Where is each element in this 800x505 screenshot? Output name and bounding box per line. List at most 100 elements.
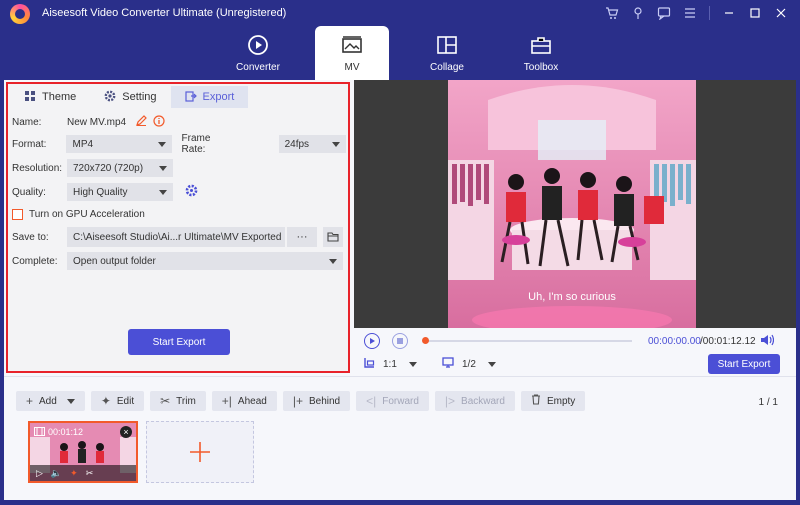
edit-name-icon[interactable]: [136, 115, 147, 129]
info-icon[interactable]: [153, 114, 165, 130]
title-bar: Aiseesoft Video Converter Ultimate (Unre…: [0, 0, 800, 26]
timeline-area: + Add ✦ Edit ✂ Trim +| Ahead |+ Behind <…: [4, 376, 796, 500]
key-icon[interactable]: [627, 4, 649, 22]
toolbox-icon: [531, 37, 551, 54]
saveto-path-field[interactable]: C:\Aiseesoft Studio\Ai...r Ultimate\MV E…: [67, 227, 285, 247]
edit-button-label: Edit: [116, 395, 135, 407]
tab-setting-label: Setting: [122, 91, 157, 103]
quality-row: Quality: High Quality: [12, 182, 346, 202]
add-button-label: Add: [39, 395, 57, 407]
nav-toolbox[interactable]: Toolbox: [504, 26, 578, 80]
progress-handle[interactable]: [422, 337, 429, 344]
clip-trim-icon[interactable]: ✂: [86, 468, 94, 479]
gpu-row: Turn on GPU Acceleration: [12, 204, 346, 224]
nav-converter[interactable]: Converter: [221, 26, 295, 80]
name-label: Name:: [12, 116, 42, 128]
browse-button[interactable]: ···: [287, 227, 317, 247]
collage-icon: [437, 36, 457, 54]
page-indicator: 1 / 1: [758, 397, 778, 408]
feedback-icon[interactable]: [653, 4, 675, 22]
nav-mv-label: MV: [344, 62, 360, 73]
nav-collage-label: Collage: [430, 62, 464, 73]
timeline-clip[interactable]: 00:01:12 × ▷ 🔈 ✦ ✂: [28, 421, 138, 483]
nav-converter-label: Converter: [236, 62, 280, 73]
gear-icon: [104, 90, 116, 105]
cart-icon[interactable]: [601, 4, 623, 22]
menu-icon[interactable]: [679, 4, 701, 22]
empty-button[interactable]: Empty: [520, 391, 586, 411]
scissors-icon: ✂: [160, 394, 171, 408]
saveto-label: Save to:: [12, 231, 49, 243]
name-row: Name: New MV.mp4: [12, 112, 346, 132]
quality-select[interactable]: High Quality: [67, 183, 173, 201]
plus-icon: [190, 442, 210, 462]
aspect-ratio-icon: [364, 357, 375, 371]
complete-label: Complete:: [12, 255, 58, 267]
nav-collage[interactable]: Collage: [410, 26, 484, 80]
screen-control[interactable]: 1/2: [442, 357, 496, 371]
theme-icon: [24, 90, 36, 105]
ahead-button-label: Ahead: [237, 395, 267, 407]
start-export-button[interactable]: Start Export: [128, 329, 230, 355]
stop-icon[interactable]: [392, 333, 408, 349]
volume-icon[interactable]: [760, 334, 775, 349]
chevron-down-icon: [66, 398, 75, 404]
chevron-down-icon: [408, 361, 417, 367]
gpu-checkbox[interactable]: [12, 208, 23, 220]
edit-button[interactable]: ✦ Edit: [90, 391, 145, 411]
clip-effect-icon[interactable]: ✦: [70, 468, 78, 479]
name-value: New MV.mp4: [67, 116, 127, 128]
backward-button-label: Backward: [461, 395, 505, 407]
total-time: /00:01:12.12: [700, 336, 756, 347]
clip-volume-icon[interactable]: 🔈: [51, 468, 62, 479]
resolution-select[interactable]: 720x720 (720p): [67, 159, 173, 177]
tab-export[interactable]: Export: [170, 86, 249, 108]
window-controls-divider: [709, 6, 710, 20]
behind-button[interactable]: |+ Behind: [282, 391, 351, 411]
converter-icon: [248, 35, 268, 55]
format-select[interactable]: MP4: [66, 135, 172, 153]
clip-play-icon[interactable]: ▷: [36, 468, 43, 479]
progress-track[interactable]: [424, 340, 632, 342]
close-icon[interactable]: [770, 4, 792, 22]
quality-settings-gear-icon[interactable]: [185, 184, 198, 200]
tab-setting[interactable]: Setting: [90, 86, 170, 108]
monitor-icon: [442, 357, 454, 371]
maximize-icon[interactable]: [744, 4, 766, 22]
panel-tabs: Theme Setting Export: [10, 86, 249, 108]
window-controls: [601, 4, 792, 22]
add-clip-slot[interactable]: [146, 421, 254, 483]
empty-button-label: Empty: [546, 395, 576, 407]
play-icon[interactable]: [364, 333, 380, 349]
quality-label: Quality:: [12, 186, 46, 198]
preview-start-export-button[interactable]: Start Export: [708, 354, 780, 374]
ahead-button[interactable]: +| Ahead: [211, 391, 277, 411]
nav-mv[interactable]: MV: [315, 26, 389, 80]
forward-button[interactable]: <| Forward: [356, 391, 429, 411]
nav-toolbox-label: Toolbox: [523, 62, 559, 73]
tab-export-label: Export: [202, 91, 235, 103]
gpu-label: Turn on GPU Acceleration: [29, 208, 145, 220]
export-panel: Theme Setting Export Name: New MV.mp4 Fo…: [6, 82, 350, 373]
clip-duration: 00:01:12: [48, 427, 84, 437]
aspect-ratio-value: 1:1: [383, 358, 397, 370]
plus-icon: +: [26, 394, 34, 408]
aspect-ratio-control[interactable]: 1:1: [364, 357, 417, 371]
complete-row: Complete: Open output folder: [12, 251, 346, 271]
clip-remove-icon[interactable]: ×: [120, 426, 132, 438]
backward-icon: |>: [444, 394, 456, 408]
framerate-select[interactable]: 24fps: [278, 135, 346, 153]
video-preview: Uh, I'm so curious: [448, 80, 696, 328]
minimize-icon[interactable]: [718, 4, 740, 22]
backward-button[interactable]: |> Backward: [434, 391, 515, 411]
tab-theme[interactable]: Theme: [10, 86, 90, 108]
video-subtitle: Uh, I'm so curious: [528, 291, 616, 303]
complete-select[interactable]: Open output folder: [67, 252, 343, 270]
trim-button[interactable]: ✂ Trim: [150, 391, 206, 411]
player-controls: 00:00:00.00 /00:01:12.12 1:1 1/2 Start E…: [354, 328, 796, 376]
add-button[interactable]: + Add: [16, 391, 85, 411]
app-logo-icon: [10, 4, 30, 24]
open-folder-icon[interactable]: [323, 227, 343, 247]
resolution-label: Resolution:: [12, 162, 63, 174]
timeline-toolbar: + Add ✦ Edit ✂ Trim +| Ahead |+ Behind <…: [16, 391, 586, 411]
